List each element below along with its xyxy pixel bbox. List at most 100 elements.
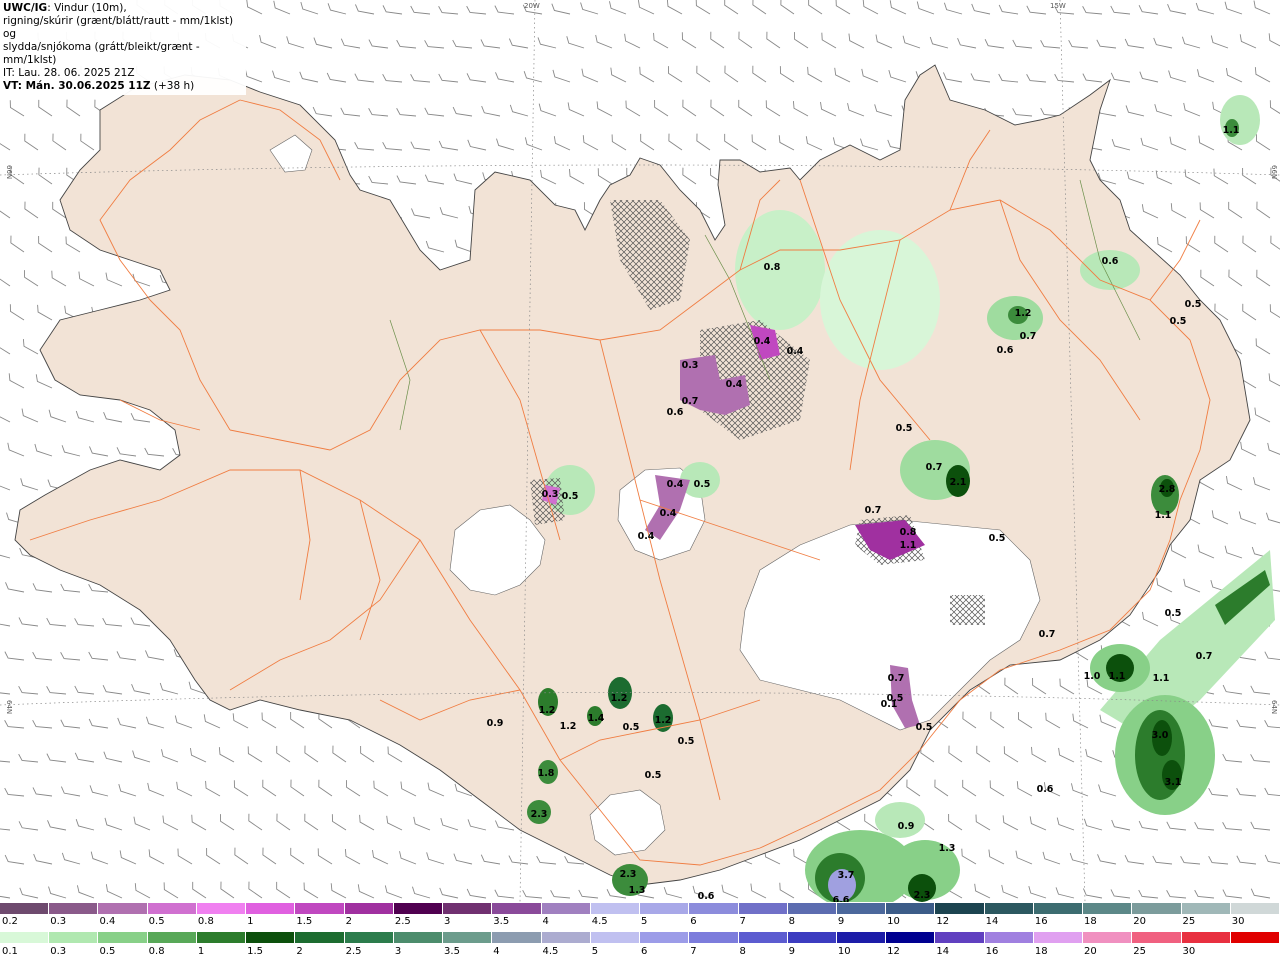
legend-swatch	[0, 903, 50, 914]
precip-label: 0.6	[1037, 784, 1054, 795]
precip-label: 2.3	[531, 809, 548, 820]
legend-swatch	[147, 903, 197, 914]
precip-label: 0.5	[989, 533, 1006, 544]
precip-label: 0.6	[997, 345, 1014, 356]
legend-swatch	[98, 903, 148, 914]
lead-time: (+38 h)	[150, 80, 195, 92]
legend-swatch	[886, 903, 936, 914]
precip-label: 3.0	[1152, 730, 1169, 741]
legend-label: 30	[1182, 946, 1196, 957]
legend-swatch	[443, 932, 493, 943]
legend-swatch	[1033, 903, 1084, 914]
legend-swatch	[640, 903, 690, 914]
legend-label: 0.1	[2, 946, 18, 957]
grid-label-left-1: 66N	[5, 165, 13, 179]
precip-label: 3.7	[838, 870, 855, 881]
precip-label: 0.5	[1165, 608, 1182, 619]
legend-label: 0.3	[50, 916, 67, 927]
precip-label: 0.4	[726, 379, 743, 390]
legend-swatch	[246, 903, 296, 914]
legend-label: 30	[1231, 916, 1245, 927]
precip-label: 2.3	[620, 869, 637, 880]
precip-label: 1.2	[611, 693, 628, 704]
precip-label: 0.7	[926, 462, 943, 473]
precip-label: 2.1	[950, 477, 967, 488]
legend-label: 9	[788, 946, 796, 957]
legend-label: 2	[296, 946, 303, 957]
precip-label: 0.1	[881, 699, 898, 710]
legend-swatch	[393, 932, 444, 943]
legend-label: 6	[690, 916, 697, 927]
legend-label: 7	[690, 946, 697, 957]
weather-map: 20W 15W 66N 64N 66N 64N 1.1 0.8 0.6 0.5 0.5 1…	[0, 0, 1280, 902]
legend-swatch	[935, 903, 985, 914]
legend-label: 20	[1133, 916, 1147, 927]
legend-label: 6	[640, 946, 648, 957]
rain-color-bar	[0, 932, 1280, 943]
legend-label: 10	[837, 946, 851, 957]
legend-swatch	[1083, 903, 1133, 914]
legend-label: 4	[493, 946, 500, 957]
precip-label: 0.7	[1196, 651, 1213, 662]
precip-label: 0.5	[1170, 316, 1187, 327]
legend-label: 8	[788, 916, 796, 927]
precip-label: 2.8	[1159, 484, 1176, 495]
precip-label: 1.2	[655, 715, 672, 726]
precip-label: 1.8	[538, 768, 555, 779]
legend-label: 3.5	[444, 946, 460, 957]
precip-label: 3.1	[1165, 777, 1182, 788]
snow-legend-labels: 0.2 0.3 0.4 0.5 0.8 1 1.5 2 2.5 3 3.5 4 4.5 5 6 7 8 9 10 12…	[0, 916, 1280, 928]
precip-label: 0.9	[487, 718, 504, 729]
legend-swatch	[1033, 932, 1084, 943]
precip-label: 0.7	[888, 673, 905, 684]
legend-label: 16	[1034, 916, 1048, 927]
precip-label: 0.4	[754, 336, 771, 347]
precip-label: 0.5	[645, 770, 662, 781]
precip-label: 0.3	[542, 489, 559, 500]
precip-label: 0.4	[638, 531, 655, 542]
legend-swatch	[1230, 932, 1280, 943]
precip-label: 6.6	[833, 895, 850, 902]
legend-swatch	[1132, 903, 1182, 914]
precip-label: 0.5	[916, 722, 933, 733]
precip-label: 0.5	[896, 423, 913, 434]
precip-label: 0.6	[698, 891, 715, 902]
legend-label: 0.3	[50, 946, 67, 957]
legend-label: 2	[345, 916, 352, 927]
precip-label: 0.5	[623, 722, 640, 733]
legend-label: 20	[1084, 946, 1097, 957]
legend-label: 1	[197, 946, 205, 957]
legend-swatch	[787, 932, 837, 943]
legend-swatch	[443, 903, 493, 914]
legend-swatch	[492, 932, 542, 943]
precip-label: 1.2	[560, 721, 577, 732]
legend-swatch	[1181, 932, 1231, 943]
precip-label: 1.2	[1015, 308, 1032, 319]
legend-swatch	[1230, 903, 1280, 914]
legend-label: 5	[640, 916, 648, 927]
legend-label: 12	[887, 946, 900, 957]
legend-swatch	[935, 932, 985, 943]
legend-label: 4.5	[542, 946, 559, 957]
precip-label: 1.3	[629, 885, 646, 896]
legend-swatch	[492, 903, 542, 914]
legend-label: 0.5	[148, 916, 165, 927]
grid-label-top-1: 20W	[524, 2, 540, 10]
snow-color-bar	[0, 903, 1280, 914]
legend-swatch	[886, 932, 936, 943]
precip-label: 0.5	[694, 479, 711, 490]
precip-label: 1.3	[939, 843, 956, 854]
precip-label: 0.8	[900, 527, 917, 538]
legend-label: 25	[1133, 946, 1147, 957]
legend-swatch	[147, 932, 197, 943]
precip-label: 1.0	[1084, 671, 1101, 682]
legend-label: 1.5	[247, 946, 264, 957]
legend-swatch	[196, 903, 247, 914]
precip-label: 0.4	[667, 479, 684, 490]
precip-label: 1.4	[588, 713, 605, 724]
legend-label: 2.5	[345, 946, 362, 957]
legend-label: 5	[591, 946, 599, 957]
precip-label: 0.4	[660, 508, 677, 519]
precip-label: 0.7	[865, 505, 882, 516]
precip-label: 0.7	[1039, 629, 1056, 640]
